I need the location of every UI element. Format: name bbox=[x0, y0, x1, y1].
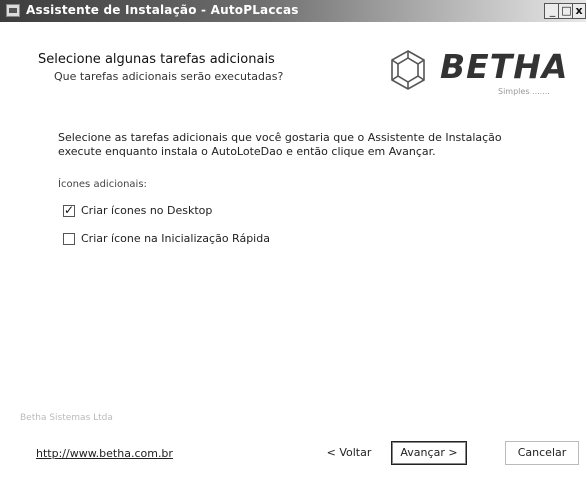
page-subtitle: Que tarefas adicionais serão executadas? bbox=[54, 70, 284, 83]
title-bar: Assistente de Instalação - AutoPLaccas _… bbox=[0, 0, 586, 22]
group-label: Ícones adicionais: bbox=[58, 179, 147, 190]
check-mark-icon: ✓ bbox=[64, 203, 75, 217]
cancel-button[interactable]: Cancelar bbox=[505, 441, 579, 465]
app-icon bbox=[6, 4, 20, 17]
back-button[interactable]: < Voltar bbox=[312, 441, 386, 465]
page-title: Selecione algunas tarefas adicionais bbox=[38, 52, 275, 67]
wizard-footer: Betha Sistemas Ltda http://www.betha.com… bbox=[0, 405, 586, 480]
brand-tagline: Simples ....... bbox=[498, 87, 550, 96]
option-label: Criar ícone na Inicialização Rápida bbox=[81, 232, 270, 245]
footer-brand-text: Betha Sistemas Ltda bbox=[20, 413, 113, 423]
betha-logo-icon bbox=[391, 50, 425, 90]
next-button[interactable]: Avançar > bbox=[391, 441, 467, 465]
option-label: Criar ícones no Desktop bbox=[81, 204, 213, 217]
website-link[interactable]: http://www.betha.com.br bbox=[36, 447, 173, 460]
instructions-text: Selecione as tarefas adicionais que você… bbox=[58, 131, 502, 158]
close-button[interactable]: x bbox=[572, 3, 586, 19]
betha-logo: BETHA Simples ....... bbox=[380, 32, 580, 102]
checkbox-unchecked[interactable] bbox=[63, 233, 75, 245]
window-title: Assistente de Instalação - AutoPLaccas bbox=[26, 3, 299, 17]
checkbox-checked[interactable]: ✓ bbox=[63, 203, 75, 217]
brand-name: BETHA bbox=[440, 47, 569, 86]
